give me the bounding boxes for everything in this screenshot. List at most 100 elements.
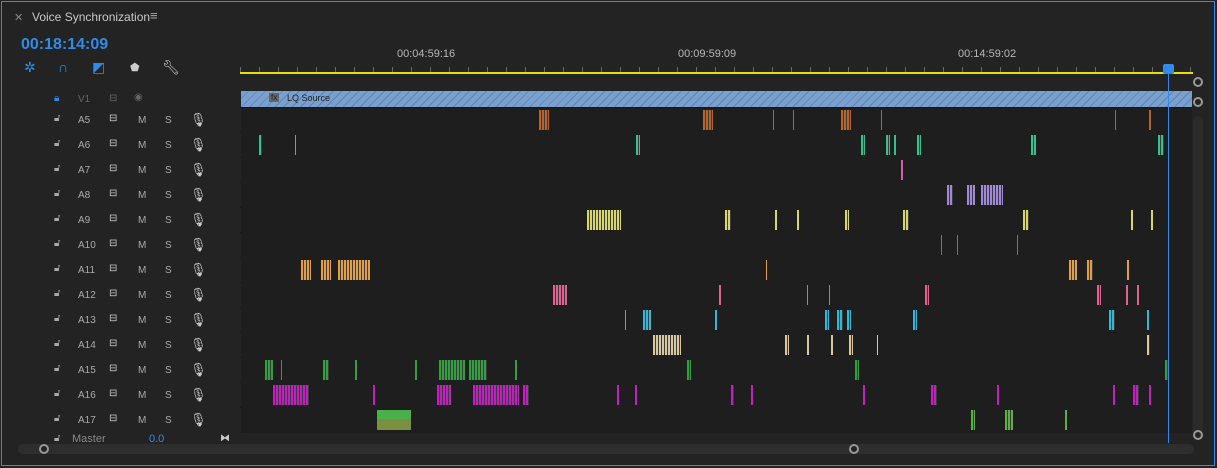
sync-lock-icon[interactable]: ⊟ (109, 138, 117, 149)
audio-clip[interactable] (265, 360, 273, 380)
audio-clip[interactable] (1131, 210, 1133, 230)
audio-clip[interactable] (523, 385, 529, 405)
lock-icon[interactable]: 🔓︎ (54, 413, 60, 424)
audio-clip[interactable] (797, 210, 799, 230)
mute-button[interactable]: M (138, 165, 146, 176)
audio-clip[interactable] (957, 235, 958, 255)
audio-clip[interactable] (1113, 385, 1115, 405)
audio-clip[interactable] (653, 335, 681, 355)
scroll-handle[interactable] (1193, 97, 1203, 107)
scroll-handle-right[interactable] (849, 444, 859, 454)
sync-lock-icon[interactable]: ⊟ (109, 238, 117, 249)
audio-clip[interactable] (295, 135, 296, 155)
audio-clip[interactable] (281, 360, 282, 380)
mute-button[interactable]: M (138, 365, 146, 376)
audio-clip[interactable] (437, 385, 451, 405)
scroll-handle[interactable] (1193, 430, 1203, 440)
audio-clip[interactable] (373, 385, 375, 405)
audio-lane[interactable] (241, 158, 1192, 183)
lock-icon[interactable]: 🔓︎ (54, 213, 60, 224)
audio-clip[interactable] (515, 360, 517, 380)
audio-clip[interactable] (981, 185, 1003, 205)
audio-clip[interactable] (831, 335, 833, 355)
audio-clip[interactable] (715, 310, 717, 330)
audio-clip[interactable] (903, 210, 909, 230)
lock-icon[interactable]: 🔓︎ (54, 238, 60, 249)
lock-icon[interactable]: 🔓︎ (54, 338, 60, 349)
lock-icon[interactable]: 🔓︎ (54, 163, 60, 174)
audio-clip[interactable] (1065, 410, 1067, 430)
time-ruler[interactable] (240, 62, 1193, 74)
audio-clip[interactable] (439, 360, 465, 380)
audio-clip[interactable] (635, 385, 637, 405)
audio-clip[interactable] (807, 285, 808, 305)
mute-button[interactable]: M (138, 390, 146, 401)
audio-clip[interactable] (719, 285, 721, 305)
audio-clip[interactable] (855, 360, 859, 380)
audio-clip[interactable] (841, 110, 851, 130)
audio-clip[interactable] (1005, 410, 1013, 430)
audio-clip[interactable] (338, 260, 370, 280)
scroll-handle[interactable] (1193, 77, 1203, 87)
microphone-icon[interactable]: 🎙︎ (190, 237, 207, 253)
mute-button[interactable]: M (138, 315, 146, 326)
audio-clip[interactable] (539, 110, 549, 130)
timecode[interactable]: 00:18:14:09 (21, 36, 108, 54)
audio-clip[interactable] (1133, 385, 1139, 405)
solo-button[interactable]: S (165, 190, 172, 201)
solo-button[interactable]: S (165, 390, 172, 401)
solo-button[interactable]: S (165, 115, 172, 126)
audio-clip[interactable] (829, 285, 830, 305)
solo-button[interactable]: S (165, 365, 172, 376)
audio-lane[interactable] (241, 208, 1192, 233)
microphone-icon[interactable]: 🎙︎ (190, 312, 207, 328)
panel-title[interactable]: Voice Synchronization (32, 10, 150, 24)
audio-clip[interactable] (643, 310, 651, 330)
microphone-icon[interactable]: 🎙︎ (190, 362, 207, 378)
mute-button[interactable]: M (138, 415, 146, 426)
audio-clip[interactable] (894, 135, 896, 155)
audio-lane[interactable] (241, 383, 1192, 408)
magnet-icon[interactable]: ∩ (58, 59, 68, 75)
mute-button[interactable]: M (138, 190, 146, 201)
playhead-handle[interactable] (1163, 64, 1174, 74)
solo-button[interactable]: S (165, 315, 172, 326)
audio-lane[interactable] (241, 308, 1192, 333)
solo-button[interactable]: S (165, 215, 172, 226)
audio-clip[interactable] (751, 385, 753, 405)
audio-clip[interactable] (793, 110, 794, 130)
audio-clip[interactable] (273, 385, 309, 405)
vertical-scrollbar[interactable] (1193, 116, 1203, 436)
audio-clip[interactable] (1137, 285, 1139, 305)
audio-lane[interactable] (241, 233, 1192, 258)
lock-icon[interactable]: 🔓︎ (54, 433, 60, 444)
lock-icon[interactable]: 🔓︎ (54, 313, 60, 324)
audio-clip[interactable] (825, 310, 829, 330)
lock-icon[interactable]: 🔓︎ (54, 113, 60, 124)
sync-lock-icon[interactable]: ⊟ (109, 263, 117, 274)
microphone-icon[interactable]: 🎙︎ (190, 337, 207, 353)
audio-clip[interactable] (849, 335, 853, 355)
audio-lane[interactable] (241, 358, 1192, 383)
audio-clip[interactable] (1126, 285, 1128, 305)
audio-clip[interactable] (913, 310, 917, 330)
microphone-icon[interactable]: 🎙︎ (190, 112, 207, 128)
audio-clip[interactable] (415, 360, 417, 380)
audio-clip[interactable] (837, 310, 843, 330)
microphone-icon[interactable]: 🎙︎ (190, 212, 207, 228)
microphone-icon[interactable]: 🎙︎ (190, 162, 207, 178)
audio-clip[interactable] (861, 135, 865, 155)
audio-clip[interactable] (1149, 110, 1151, 130)
audio-clip[interactable] (703, 110, 713, 130)
audio-clip[interactable] (967, 185, 975, 205)
sync-lock-icon[interactable]: ⊟ (109, 93, 117, 104)
audio-clip[interactable] (863, 385, 865, 405)
audio-clip[interactable] (1023, 210, 1029, 230)
scroll-handle-left[interactable] (39, 444, 49, 454)
close-icon[interactable]: ✕ (14, 11, 23, 24)
lock-icon[interactable]: 🔓︎ (54, 138, 60, 149)
solo-button[interactable]: S (165, 240, 172, 251)
sync-lock-icon[interactable]: ⊟ (109, 213, 117, 224)
audio-clip[interactable] (773, 110, 774, 130)
mute-button[interactable]: M (138, 140, 146, 151)
